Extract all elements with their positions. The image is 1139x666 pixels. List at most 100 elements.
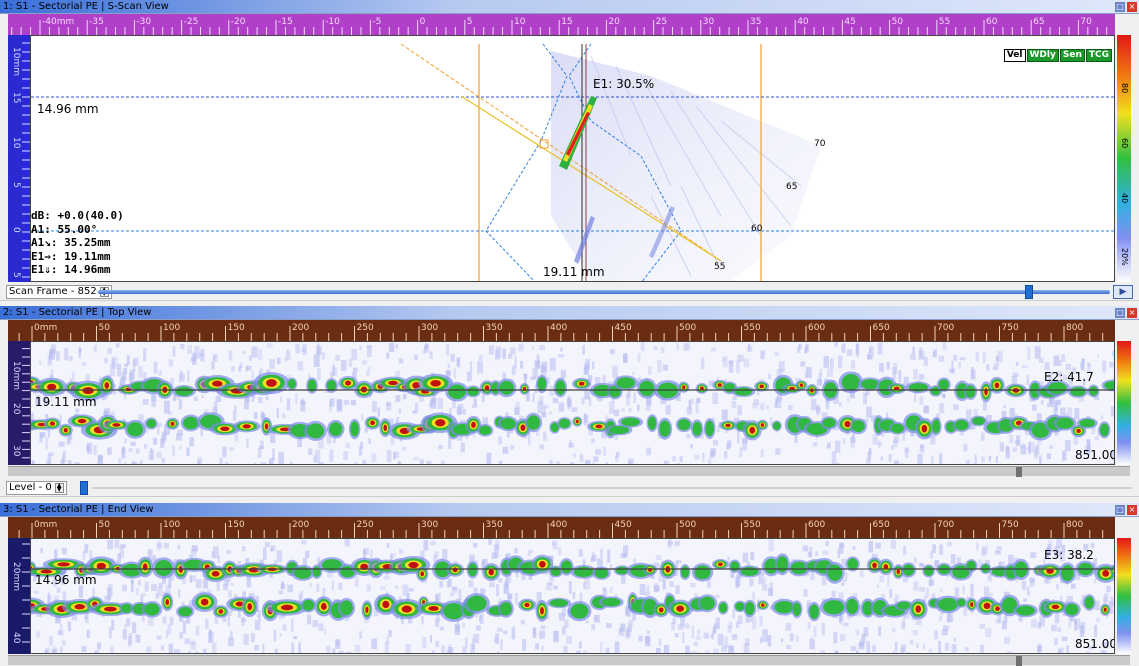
indication-blob xyxy=(954,419,969,431)
sscan-color-palette[interactable]: 80 60 40 20% xyxy=(1117,35,1131,282)
indication-peak xyxy=(896,569,900,575)
noise-speck xyxy=(430,398,437,409)
noise-speck xyxy=(172,346,176,357)
noise-speck xyxy=(388,342,395,353)
noise-speck xyxy=(419,459,424,464)
indication-blob xyxy=(1079,419,1096,428)
noise-speck xyxy=(280,584,286,589)
noise-speck xyxy=(195,579,202,589)
indication-peak xyxy=(77,418,87,424)
noise-speck xyxy=(644,591,651,597)
noise-speck xyxy=(600,641,603,653)
topview-maximize-button[interactable]: □ xyxy=(1115,308,1125,318)
noise-speck xyxy=(639,584,646,595)
noise-speck xyxy=(557,546,562,556)
noise-speck xyxy=(685,433,691,439)
topview-scrollbar-thumb[interactable] xyxy=(1016,467,1022,477)
endview-view[interactable]: 14.96 mm E3: 38.2 851.00 xyxy=(30,538,1115,654)
endview-close-button[interactable]: × xyxy=(1127,505,1137,515)
noise-speck xyxy=(386,401,391,406)
topview-vertical-ruler[interactable]: 10mm 20 30 xyxy=(8,341,30,465)
topview-view[interactable]: 19.11 mm E2: 41.7 851.00 xyxy=(30,341,1115,465)
noise-speck xyxy=(575,650,581,653)
scan-frame-slider[interactable] xyxy=(98,290,1110,294)
noise-speck xyxy=(61,547,67,555)
noise-speck xyxy=(131,462,138,464)
sscan-maximize-button[interactable]: □ xyxy=(1115,2,1125,12)
color-ruler-label: 20% xyxy=(1120,248,1129,266)
noise-speck xyxy=(855,629,860,636)
noise-speck xyxy=(429,351,433,359)
ruler-label: 0 xyxy=(420,17,426,27)
noise-speck xyxy=(148,454,154,459)
noise-speck xyxy=(423,540,429,551)
noise-speck xyxy=(187,345,193,355)
noise-speck xyxy=(579,592,583,603)
ruler-label: 35 xyxy=(750,17,761,27)
scan-frame-label: Scan Frame - 852 xyxy=(9,286,97,297)
noise-speck xyxy=(676,343,679,351)
noise-speck xyxy=(390,437,395,445)
noise-speck xyxy=(222,446,227,458)
level-spinner-icon[interactable]: ▲ ▼ xyxy=(54,483,64,493)
noise-speck xyxy=(965,647,969,652)
noise-speck xyxy=(462,646,467,653)
endview-horizontal-ruler[interactable]: 0mm 50 100 150 200 250 300 350 400 450 500 550 600 65… xyxy=(8,517,1115,538)
noise-speck xyxy=(331,366,337,377)
vel-badge[interactable]: Vel xyxy=(1003,49,1026,62)
endview-vertical-ruler[interactable]: 20mm 40 xyxy=(8,538,30,654)
scan-frame-slider-thumb[interactable] xyxy=(1025,285,1033,299)
level-control[interactable]: Level - 0 ▲ ▼ xyxy=(6,481,67,495)
endview-maximize-button[interactable]: □ xyxy=(1115,505,1125,515)
sscan-close-button[interactable]: × xyxy=(1127,2,1137,12)
endview-color-palette[interactable] xyxy=(1117,538,1131,654)
noise-speck xyxy=(368,438,371,444)
indication-blob xyxy=(616,377,636,389)
sscan-view[interactable]: 14.96 mm E1: 30.5% 19.11 mm 70 65 60 55 … xyxy=(30,35,1115,282)
noise-speck xyxy=(208,629,212,643)
ruler-label: 10 xyxy=(514,17,526,27)
noise-speck xyxy=(212,642,217,653)
endview-scrollbar-thumb[interactable] xyxy=(1016,656,1022,666)
topview-hruler-ticks: 0mm 50 100 150 200 250 300 350 400 450 500 550 600 65… xyxy=(18,323,1104,341)
tcg-badge[interactable]: TCG xyxy=(1085,49,1112,62)
noise-speck xyxy=(375,463,379,464)
noise-speck xyxy=(768,373,772,380)
noise-speck xyxy=(456,357,460,366)
wdly-badge[interactable]: WDly xyxy=(1026,49,1059,62)
level-slider-thumb[interactable] xyxy=(80,481,88,495)
ruler-label: 50 xyxy=(892,17,904,27)
noise-speck xyxy=(721,409,728,420)
noise-speck xyxy=(877,342,883,355)
noise-speck xyxy=(612,365,618,379)
noise-speck xyxy=(360,442,363,449)
play-button[interactable]: ▶ xyxy=(1113,285,1133,299)
noise-speck xyxy=(992,366,998,370)
noise-speck xyxy=(231,366,235,372)
noise-speck xyxy=(38,360,42,365)
noise-speck xyxy=(856,650,859,653)
noise-speck xyxy=(1051,624,1057,632)
topview-scrollbar[interactable] xyxy=(8,466,1130,477)
noise-speck xyxy=(727,440,732,448)
noise-speck xyxy=(663,460,669,464)
noise-speck xyxy=(190,641,196,650)
indication-blob xyxy=(448,384,466,400)
sscan-horizontal-ruler[interactable]: -40mm -35 -30 -25 -20 -15 -10 -5 0 5 10 15 20 25 30 35 4… xyxy=(8,14,1115,35)
topview-horizontal-ruler[interactable]: 0mm 50 100 150 200 250 300 350 400 450 500 550 600 65… xyxy=(8,320,1115,341)
noise-speck xyxy=(227,615,230,627)
sscan-vertical-ruler[interactable]: 10mm 15 10 5 0 5 xyxy=(8,35,30,282)
endview-scrollbar[interactable] xyxy=(8,655,1130,666)
noise-speck xyxy=(162,616,167,624)
level-slider-track[interactable] xyxy=(92,487,1132,489)
indication-blob xyxy=(287,379,297,389)
noise-speck xyxy=(424,343,429,349)
topview-close-button[interactable]: × xyxy=(1127,308,1137,318)
indication-blob xyxy=(827,564,843,582)
scan-frame-control[interactable]: Scan Frame - 852 ▲▼ xyxy=(6,285,112,299)
topview-color-palette[interactable] xyxy=(1117,341,1131,465)
noise-speck xyxy=(605,647,610,653)
sen-badge[interactable]: Sen xyxy=(1059,49,1085,62)
indication-peak xyxy=(1102,569,1110,577)
noise-speck xyxy=(161,432,164,446)
